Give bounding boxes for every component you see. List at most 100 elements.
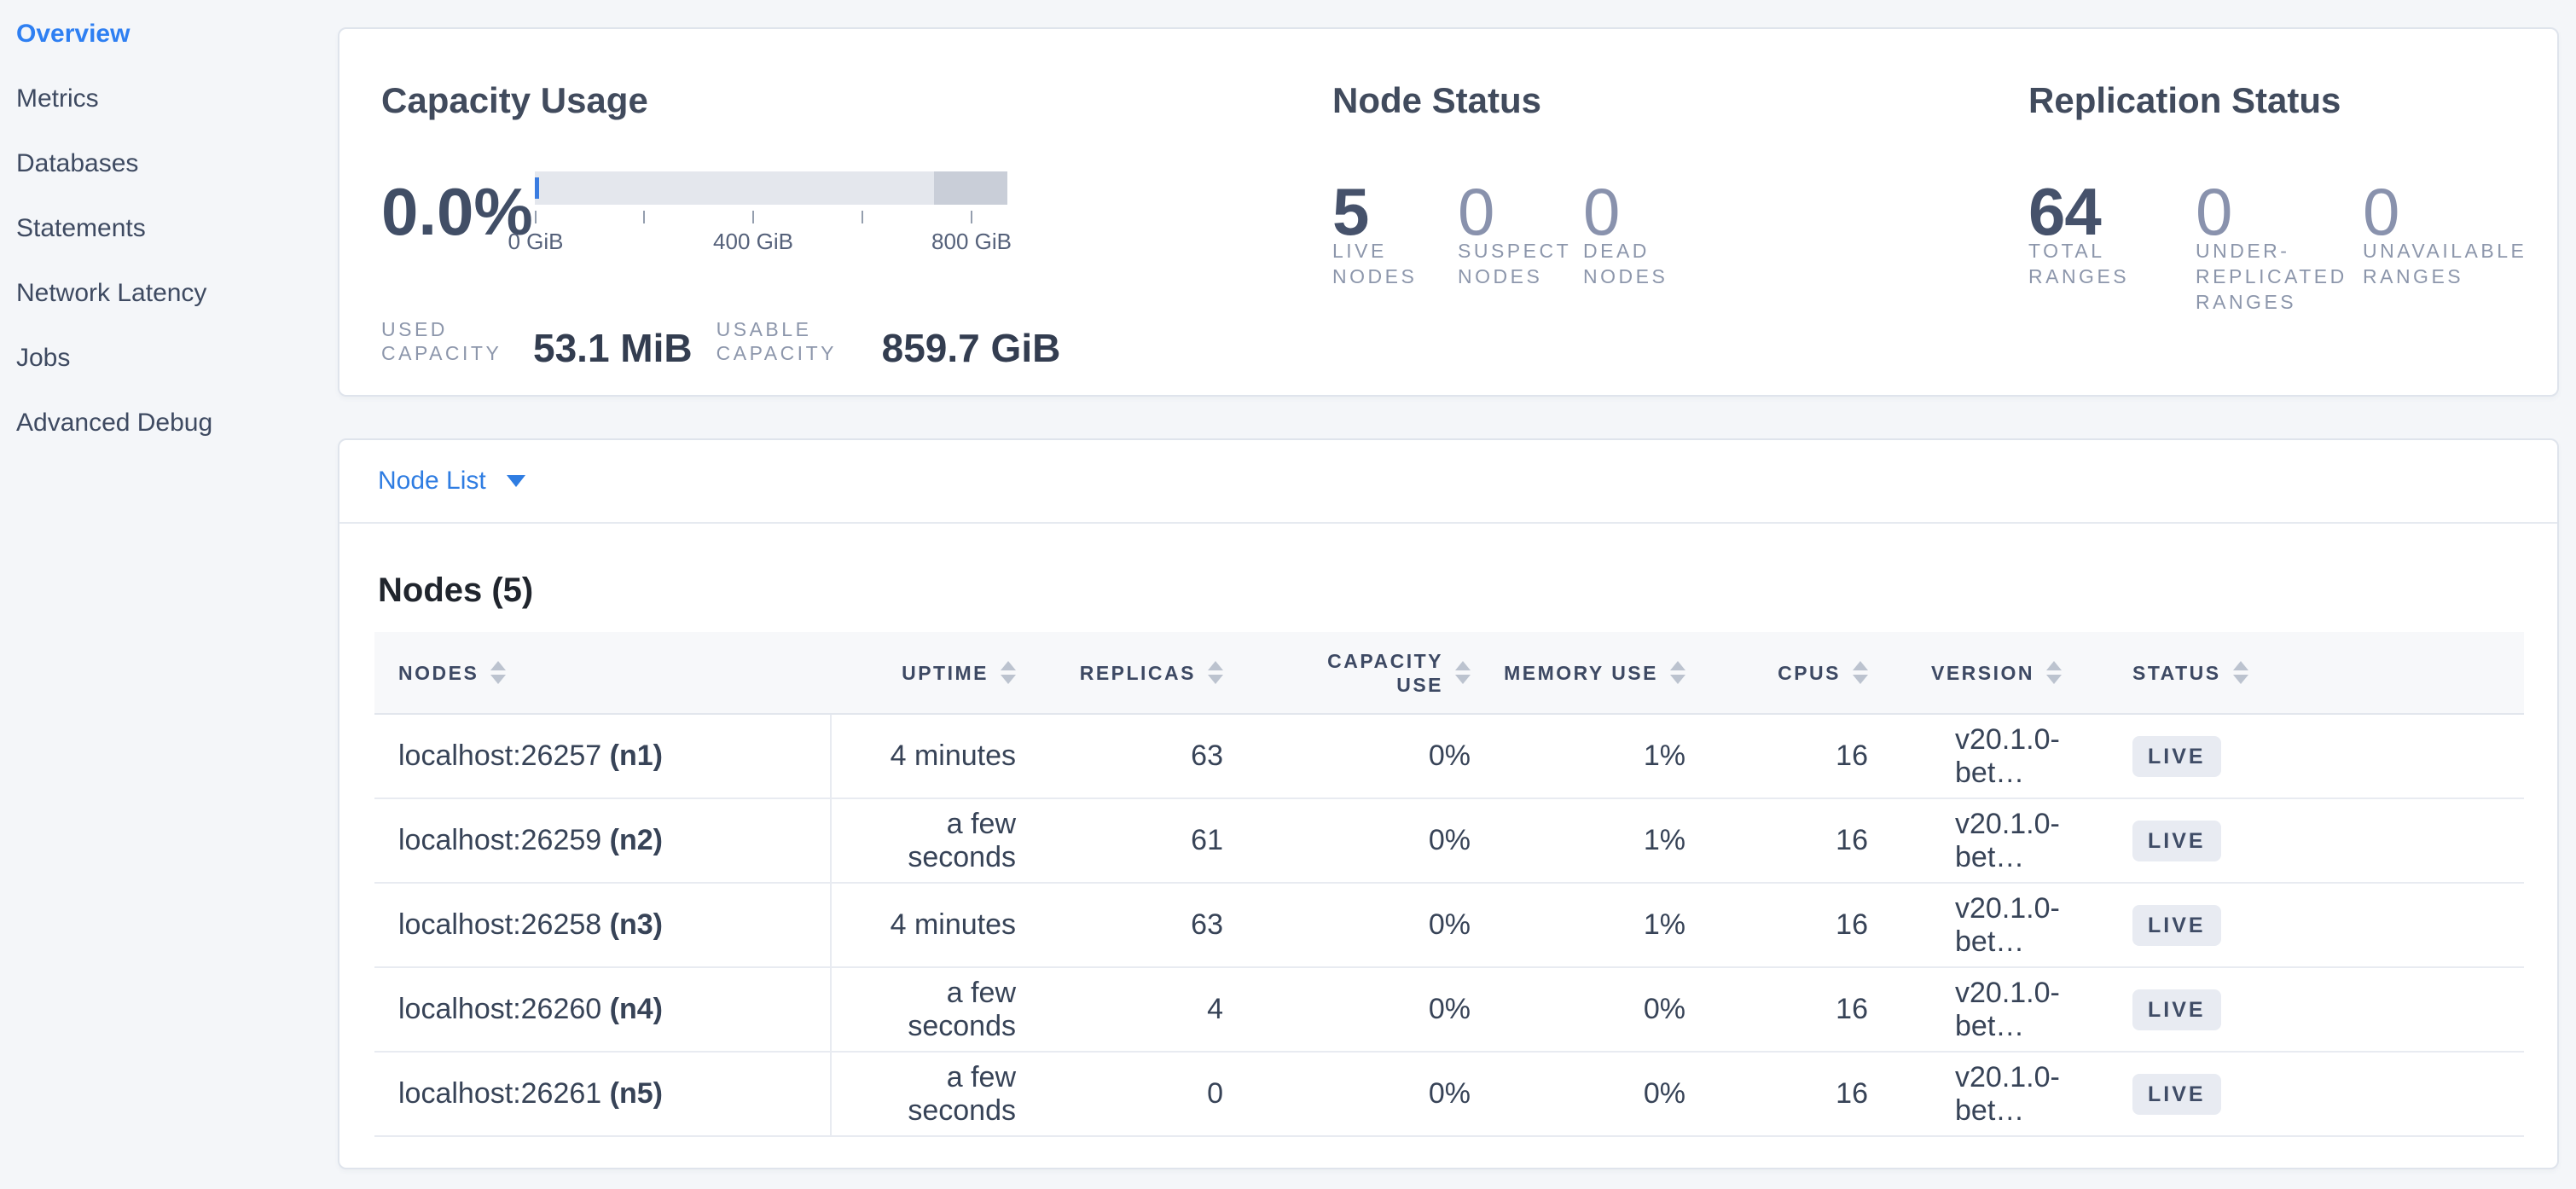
sort-icon	[1670, 661, 1685, 684]
under-replicated-ranges-label: UNDER-REPLICATED RANGES	[2196, 238, 2356, 315]
capacity-axis-labels: 0 GiB 400 GiB 800 GiB	[535, 229, 1007, 254]
column-header-replicas[interactable]: REPLICAS	[1038, 632, 1245, 714]
node-address-cell[interactable]: localhost:26259 (n2)	[374, 798, 831, 883]
axis-label-400gib: 400 GiB	[713, 229, 793, 255]
nodes-table: NODES UPTIME REPLICAS CAPACITY USE MEMOR…	[374, 632, 2524, 1137]
uptime-cell: 4 minutes	[831, 714, 1038, 798]
usable-capacity-group: USABLE CAPACITY 859.7 GiB	[717, 317, 1061, 365]
sort-icon	[1208, 661, 1223, 684]
replication-status-title: Replication Status	[2028, 80, 2341, 121]
capacity-stats-row: USED CAPACITY 53.1 MiB USABLE CAPACITY 8…	[381, 317, 1060, 365]
replication-values: 64 0 0	[2028, 179, 2530, 244]
node-status-labels: LIVE NODES SUSPECT NODES DEAD NODES	[1332, 238, 1709, 349]
sidebar-item-overview[interactable]: Overview	[0, 2, 338, 67]
column-header-memory-use[interactable]: MEMORY USE	[1493, 632, 1708, 714]
live-nodes-value: 5	[1332, 179, 1458, 244]
nodes-table-container: NODES UPTIME REPLICAS CAPACITY USE MEMOR…	[339, 610, 2557, 1137]
capacity-meter-bar	[535, 171, 1007, 205]
table-row[interactable]: localhost:26258 (n3) 4 minutes 63 0% 1% …	[374, 883, 2524, 967]
status-cell: LIVE	[2117, 967, 2524, 1052]
sidebar-item-jobs[interactable]: Jobs	[0, 326, 338, 391]
status-cell: LIVE	[2117, 798, 2524, 883]
nodes-count-heading: Nodes (5)	[378, 571, 2557, 610]
capacity-use-cell: 0%	[1245, 798, 1493, 883]
dead-nodes-value: 0	[1583, 179, 1709, 244]
memory-use-cell: 1%	[1493, 883, 1708, 967]
node-list-dropdown-label: Node List	[378, 467, 486, 496]
table-row[interactable]: localhost:26259 (n2) a few seconds 61 0%…	[374, 798, 2524, 883]
sort-icon	[1455, 661, 1471, 684]
node-address-cell[interactable]: localhost:26258 (n3)	[374, 883, 831, 967]
replicas-cell: 61	[1038, 798, 1245, 883]
sort-icon	[2233, 661, 2248, 684]
sort-icon	[1001, 661, 1016, 684]
status-cell: LIVE	[2117, 883, 2524, 967]
total-ranges-value: 64	[2028, 179, 2196, 244]
status-badge: LIVE	[2132, 989, 2221, 1030]
sidebar-item-databases[interactable]: Databases	[0, 131, 338, 196]
sort-icon	[490, 661, 506, 684]
table-row[interactable]: localhost:26257 (n1) 4 minutes 63 0% 1% …	[374, 714, 2524, 798]
nodes-table-header-row: NODES UPTIME REPLICAS CAPACITY USE MEMOR…	[374, 632, 2524, 714]
node-list-bar: Node List	[339, 440, 2557, 524]
capacity-axis-ticks	[535, 211, 1007, 223]
uptime-cell: 4 minutes	[831, 883, 1038, 967]
replicas-cell: 0	[1038, 1052, 1245, 1136]
chevron-down-icon	[507, 475, 525, 487]
node-list-panel: Node List Nodes (5) NODES UPTIME REPLICA…	[338, 438, 2559, 1169]
cpus-cell: 16	[1708, 967, 1890, 1052]
status-badge: LIVE	[2132, 736, 2221, 777]
column-header-nodes[interactable]: NODES	[374, 632, 831, 714]
axis-label-800gib: 800 GiB	[931, 229, 1012, 255]
uptime-cell: a few seconds	[831, 798, 1038, 883]
replicas-cell: 63	[1038, 883, 1245, 967]
status-badge: LIVE	[2132, 905, 2221, 946]
used-capacity-group: USED CAPACITY 53.1 MiB	[381, 317, 693, 365]
version-cell: v20.1.0-bet…	[1890, 714, 2117, 798]
table-row[interactable]: localhost:26261 (n5) a few seconds 0 0% …	[374, 1052, 2524, 1136]
suspect-nodes-label: SUSPECT NODES	[1458, 238, 1573, 289]
used-capacity-label: USED CAPACITY	[381, 317, 511, 365]
cluster-summary-panel: Capacity Usage 0.0% 0 GiB 400 GiB 800 Gi…	[338, 27, 2559, 397]
unavailable-ranges-label: UNAVAILABLE RANGES	[2363, 238, 2523, 289]
cluster-overview-page: { "sidebar": { "items": [ { "label": "Ov…	[0, 0, 2576, 1189]
memory-use-cell: 1%	[1493, 798, 1708, 883]
capacity-use-cell: 0%	[1245, 1052, 1493, 1136]
node-status-title: Node Status	[1332, 80, 1541, 121]
sidebar-item-advanced-debug[interactable]: Advanced Debug	[0, 391, 338, 455]
version-cell: v20.1.0-bet…	[1890, 798, 2117, 883]
node-list-dropdown[interactable]: Node List	[378, 467, 525, 496]
node-address-cell[interactable]: localhost:26261 (n5)	[374, 1052, 831, 1136]
sidebar-item-statements[interactable]: Statements	[0, 196, 338, 261]
usable-capacity-label: USABLE CAPACITY	[717, 317, 860, 365]
column-header-status[interactable]: STATUS	[2117, 632, 2524, 714]
node-address-cell[interactable]: localhost:26257 (n1)	[374, 714, 831, 798]
status-badge: LIVE	[2132, 1074, 2221, 1115]
table-row[interactable]: localhost:26260 (n4) a few seconds 4 0% …	[374, 967, 2524, 1052]
replicas-cell: 63	[1038, 714, 1245, 798]
node-status-values: 5 0 0	[1332, 179, 1709, 244]
total-ranges-label: TOTAL RANGES	[2028, 238, 2189, 289]
usable-capacity-value: 859.7 GiB	[882, 331, 1061, 365]
capacity-usage-title: Capacity Usage	[381, 80, 648, 121]
axis-label-0gib: 0 GiB	[508, 229, 563, 255]
sidebar-item-network-latency[interactable]: Network Latency	[0, 261, 338, 326]
under-replicated-ranges-value: 0	[2196, 179, 2363, 244]
sidebar-nav: Overview Metrics Databases Statements Ne…	[0, 0, 338, 1189]
sidebar-item-metrics[interactable]: Metrics	[0, 67, 338, 131]
column-header-cpus[interactable]: CPUS	[1708, 632, 1890, 714]
cpus-cell: 16	[1708, 714, 1890, 798]
capacity-use-cell: 0%	[1245, 967, 1493, 1052]
capacity-meter: 0 GiB 400 GiB 800 GiB	[535, 171, 1007, 254]
memory-use-cell: 0%	[1493, 1052, 1708, 1136]
column-header-capacity-use[interactable]: CAPACITY USE	[1245, 632, 1493, 714]
column-header-uptime[interactable]: UPTIME	[831, 632, 1038, 714]
node-address-cell[interactable]: localhost:26260 (n4)	[374, 967, 831, 1052]
status-cell: LIVE	[2117, 714, 2524, 798]
column-header-version[interactable]: VERSION	[1890, 632, 2117, 714]
cpus-cell: 16	[1708, 798, 1890, 883]
cpus-cell: 16	[1708, 883, 1890, 967]
sort-icon	[1853, 661, 1868, 684]
version-cell: v20.1.0-bet…	[1890, 967, 2117, 1052]
cpus-cell: 16	[1708, 1052, 1890, 1136]
